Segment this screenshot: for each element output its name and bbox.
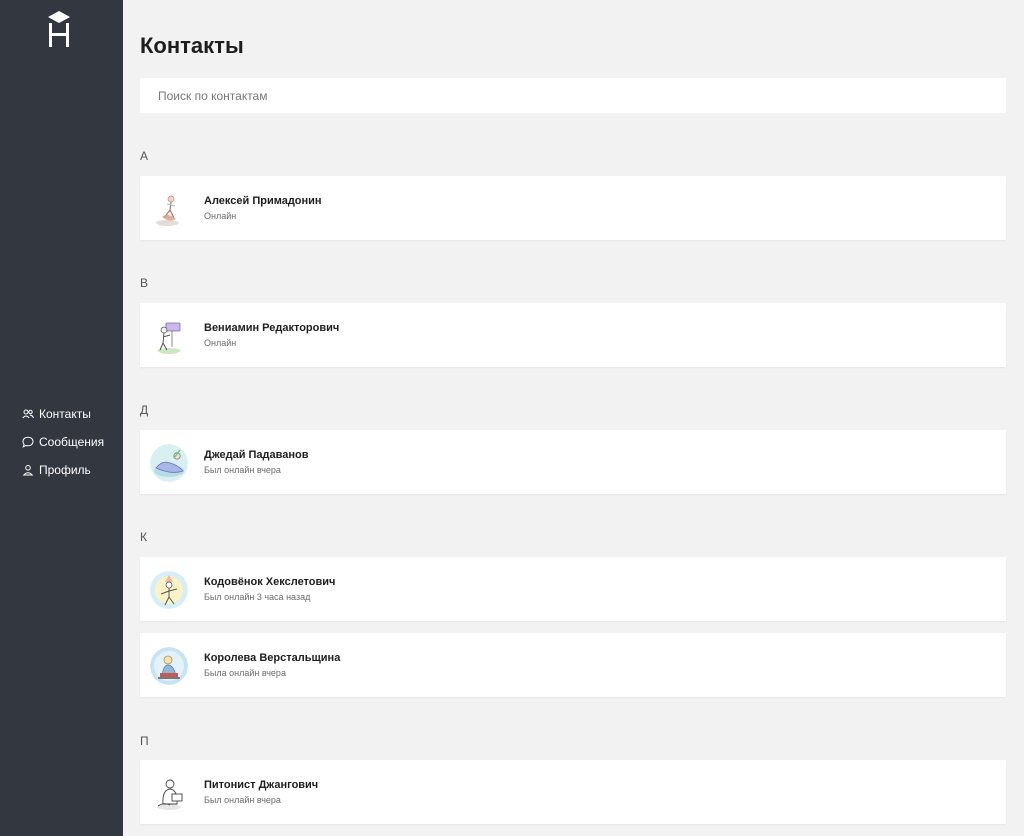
group-letter: Д <box>140 403 149 417</box>
page-title: Контакты <box>140 33 244 58</box>
sidebar-item-label: Контакты <box>39 407 91 421</box>
contact-card[interactable]: Алексей Примадонин Онлайн <box>140 176 1006 240</box>
group-letter: А <box>140 149 149 163</box>
contact-name: Питонист Джангович <box>204 779 319 791</box>
sidebar: Контакты Сообщения Профиль <box>0 0 123 836</box>
contact-name: Джедай Падаванов <box>204 449 309 461</box>
sidebar-item-label: Сообщения <box>39 435 105 449</box>
contact-status: Был онлайн 3 часа назад <box>204 592 311 602</box>
contact-card[interactable]: Королева Верстальщина Была онлайн вчера <box>140 633 1006 697</box>
contact-card[interactable]: Джедай Падаванов Был онлайн вчера <box>140 430 1006 494</box>
users-icon <box>22 408 34 420</box>
contact-status: Онлайн <box>204 211 237 221</box>
contact-name: Королева Верстальщина <box>204 652 341 664</box>
sidebar-item-contacts[interactable]: Контакты <box>22 400 104 428</box>
contact-name: Кодовёнок Хекслетович <box>204 576 336 588</box>
contacts-search-input[interactable] <box>140 78 1006 113</box>
avatar-queen-icon <box>150 647 188 685</box>
avatar-pythonist-icon <box>150 774 188 812</box>
sidebar-item-label: Профиль <box>39 463 91 477</box>
user-icon <box>22 464 34 476</box>
hexlet-logo-icon[interactable] <box>48 11 70 47</box>
sidebar-nav: Контакты Сообщения Профиль <box>22 400 104 484</box>
group-letter: К <box>140 530 147 544</box>
group-letter: П <box>140 734 149 748</box>
avatar-dancer-icon <box>150 190 188 228</box>
contact-card[interactable]: Кодовёнок Хекслетович Был онлайн 3 часа … <box>140 557 1006 621</box>
avatar-editor-icon <box>150 317 188 355</box>
main-content: Контакты А Алексей Примадонин Онлайн В <box>123 0 1024 836</box>
contact-card[interactable]: Вениамин Редакторович Онлайн <box>140 303 1006 367</box>
contact-status: Был онлайн вчера <box>204 465 281 475</box>
contact-card[interactable]: Питонист Джангович Был онлайн вчера <box>140 760 1006 824</box>
contact-status: Была онлайн вчера <box>204 668 286 678</box>
contact-status: Онлайн <box>204 338 237 348</box>
sidebar-item-messages[interactable]: Сообщения <box>22 428 104 456</box>
contact-name: Вениамин Редакторович <box>204 322 340 334</box>
avatar-kid-icon <box>150 571 188 609</box>
contact-name: Алексей Примадонин <box>204 195 322 207</box>
chat-bubble-icon <box>22 436 34 448</box>
avatar-jedi-icon <box>150 444 188 482</box>
group-letter: В <box>140 276 149 290</box>
sidebar-item-profile[interactable]: Профиль <box>22 456 104 484</box>
contact-status: Был онлайн вчера <box>204 795 281 805</box>
